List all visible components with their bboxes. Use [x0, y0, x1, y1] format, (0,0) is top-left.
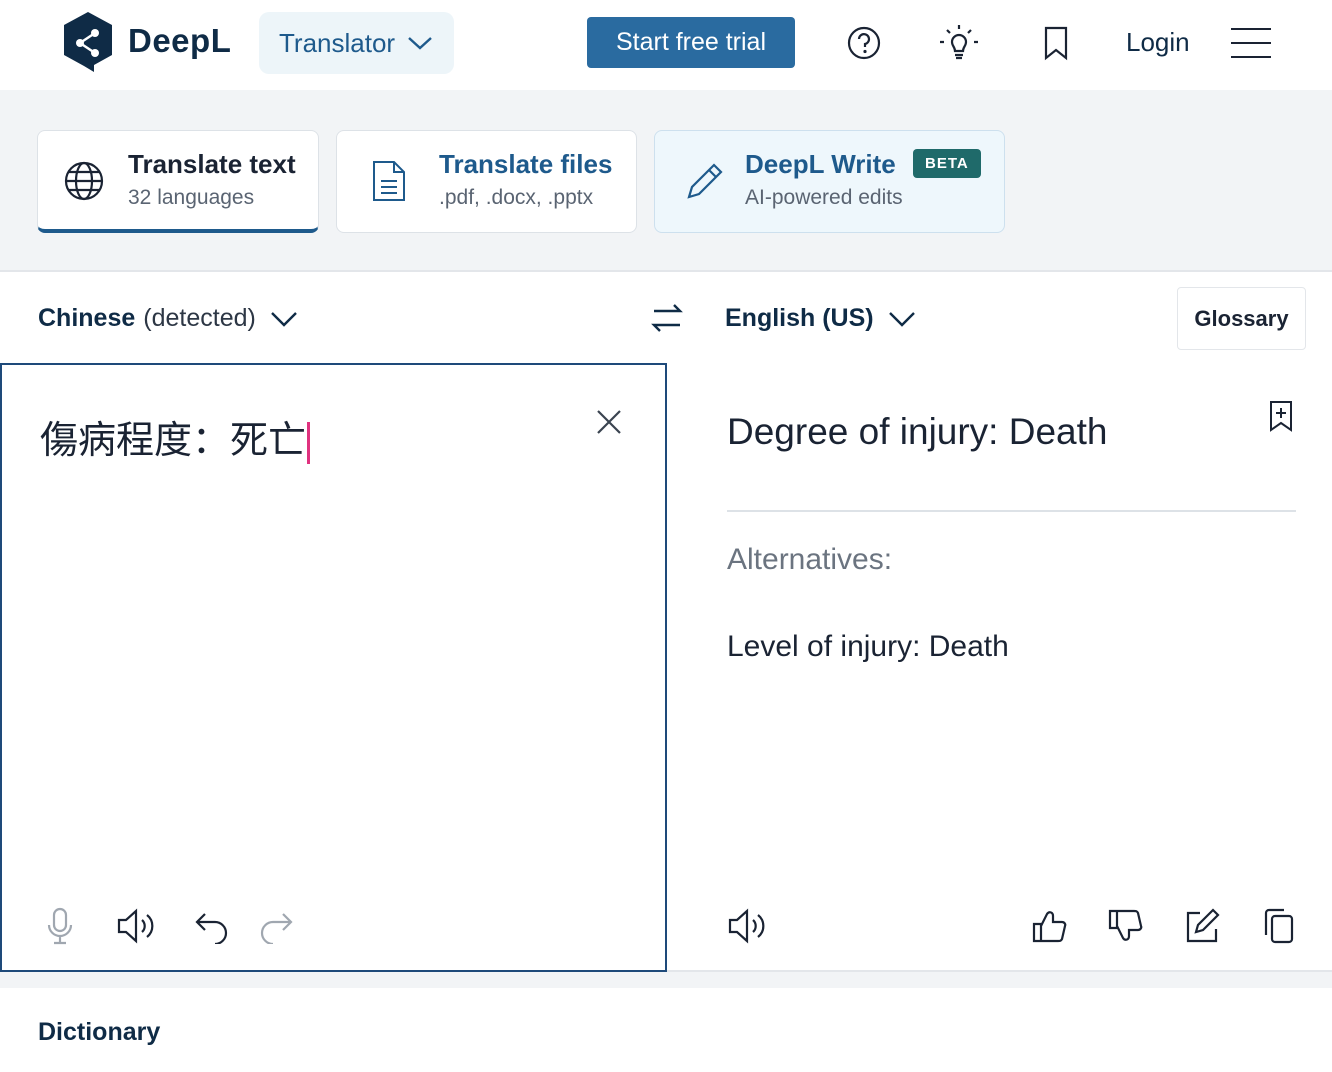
- thumbs-down-icon[interactable]: [1103, 904, 1147, 948]
- section-separator: [0, 972, 1332, 988]
- copy-icon[interactable]: [1257, 904, 1301, 948]
- undo-icon[interactable]: [190, 904, 234, 948]
- close-icon[interactable]: [594, 407, 624, 442]
- source-text-input[interactable]: 傷病程度：死亡: [40, 409, 311, 464]
- source-text-panel[interactable]: 傷病程度：死亡: [0, 363, 667, 972]
- language-bar: Chinese (detected) English (US) Glossary: [0, 274, 1332, 364]
- glossary-button[interactable]: Glossary: [1177, 287, 1306, 350]
- deepl-write-title: DeepL Write: [745, 149, 896, 179]
- translate-files-subtitle: .pdf, .docx, .pptx: [439, 186, 594, 209]
- start-free-trial-button[interactable]: Start free trial: [587, 17, 795, 68]
- deepl-write-subtitle: AI-powered edits: [745, 186, 903, 209]
- alternative-item[interactable]: Level of injury: Death: [727, 630, 1009, 664]
- source-language-label: Chinese: [38, 304, 136, 332]
- alternatives-label: Alternatives:: [727, 543, 893, 576]
- swap-languages-icon[interactable]: [650, 300, 684, 341]
- detected-label: (detected): [143, 304, 256, 332]
- thumbs-up-icon[interactable]: [1027, 904, 1071, 948]
- mode-selector: Translate text 32 languages Translate fi…: [0, 90, 1332, 272]
- logo-text[interactable]: DeepL: [128, 22, 231, 60]
- divider: [727, 510, 1296, 512]
- beta-badge: BETA: [913, 149, 981, 178]
- text-caret: [307, 421, 311, 464]
- microphone-icon[interactable]: [38, 904, 82, 948]
- translate-text-tab[interactable]: Translate text 32 languages: [37, 130, 319, 233]
- add-bookmark-icon[interactable]: [1267, 399, 1295, 438]
- speaker-icon[interactable]: [725, 904, 769, 948]
- translate-text-title: Translate text: [128, 149, 296, 179]
- source-text-value: 傷病程度：死亡: [40, 418, 307, 462]
- hamburger-menu-icon[interactable]: [1231, 28, 1273, 60]
- top-header: DeepL Translator Start free trial Login: [0, 0, 1332, 90]
- source-language-select[interactable]: Chinese (detected): [38, 304, 298, 333]
- target-language-label: English (US): [725, 304, 874, 332]
- chevron-down-icon: [888, 311, 915, 327]
- translator-dropdown[interactable]: Translator: [259, 12, 454, 74]
- deepl-logo-icon[interactable]: [60, 10, 116, 74]
- login-link[interactable]: Login: [1126, 27, 1190, 58]
- target-language-select[interactable]: English (US): [725, 304, 916, 333]
- document-icon: [369, 159, 413, 203]
- redo-icon[interactable]: [254, 904, 298, 948]
- translated-text[interactable]: Degree of injury: Death: [727, 411, 1107, 453]
- deepl-write-tab[interactable]: DeepL Write BETA AI-powered edits: [654, 130, 1005, 233]
- globe-icon: [62, 159, 106, 203]
- target-toolbar: [667, 904, 1332, 948]
- translator-label: Translator: [279, 27, 396, 58]
- translate-files-tab[interactable]: Translate files .pdf, .docx, .pptx: [336, 130, 637, 233]
- speaker-icon[interactable]: [114, 904, 158, 948]
- translate-text-subtitle: 32 languages: [128, 186, 255, 209]
- translate-files-title: Translate files: [439, 149, 613, 179]
- chevron-down-icon: [270, 311, 297, 327]
- target-text-panel: Degree of injury: Death Alternatives: Le…: [667, 363, 1332, 972]
- lightbulb-icon[interactable]: [938, 22, 980, 64]
- dictionary-heading: Dictionary: [38, 1018, 161, 1046]
- source-toolbar: [2, 904, 665, 948]
- help-icon[interactable]: [843, 22, 885, 64]
- pencil-icon: [681, 159, 725, 203]
- bookmark-icon[interactable]: [1035, 22, 1077, 64]
- edit-icon[interactable]: [1179, 904, 1223, 948]
- chevron-down-icon: [408, 37, 432, 50]
